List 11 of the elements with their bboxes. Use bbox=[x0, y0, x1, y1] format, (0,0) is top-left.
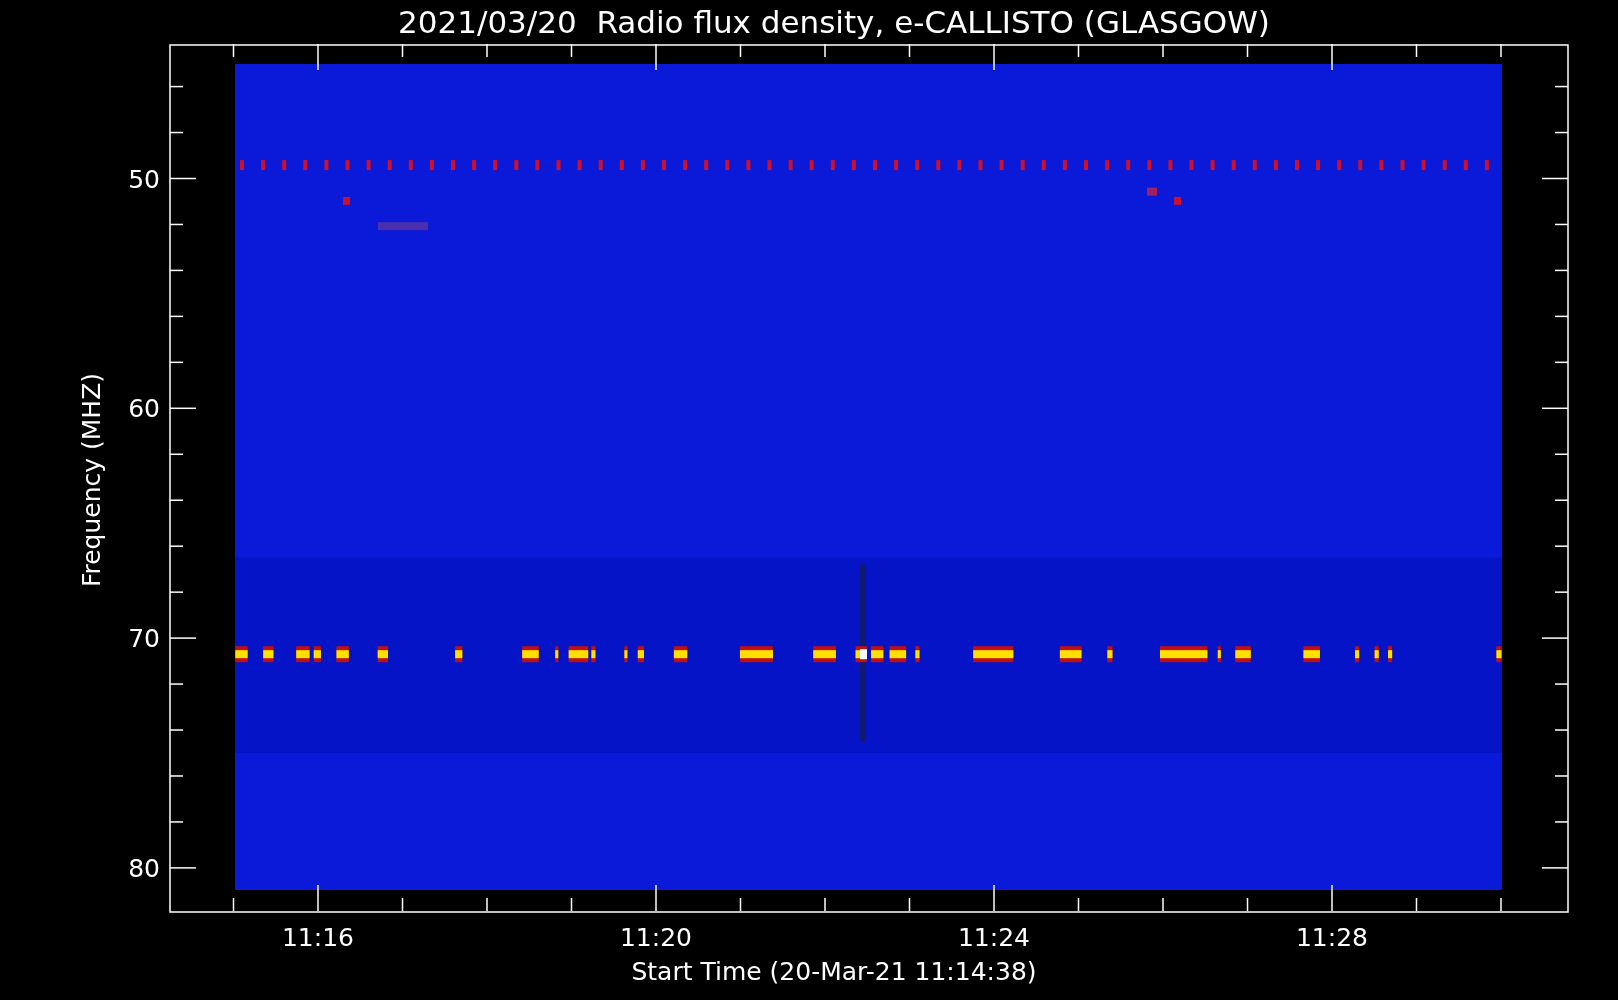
x-tick-label: 11:24 bbox=[958, 923, 1030, 952]
y-tick-label: 50 bbox=[128, 164, 160, 194]
chart-title: 2021/03/20 Radio flux density, e-CALLISTO (GLASGOW) bbox=[397, 3, 1270, 42]
y-tick-label: 80 bbox=[128, 853, 160, 883]
y-tick-label: 70 bbox=[128, 624, 160, 654]
y-axis-label: Frequency (MHZ) bbox=[77, 372, 106, 588]
x-tick-label: 11:16 bbox=[282, 923, 354, 952]
x-axis-label: Start Time (20-Mar-21 11:14:38) bbox=[630, 957, 1037, 986]
x-tick-label: 11:20 bbox=[620, 923, 692, 952]
y-tick-label: 60 bbox=[128, 394, 160, 424]
x-tick-label: 11:28 bbox=[1296, 923, 1368, 952]
